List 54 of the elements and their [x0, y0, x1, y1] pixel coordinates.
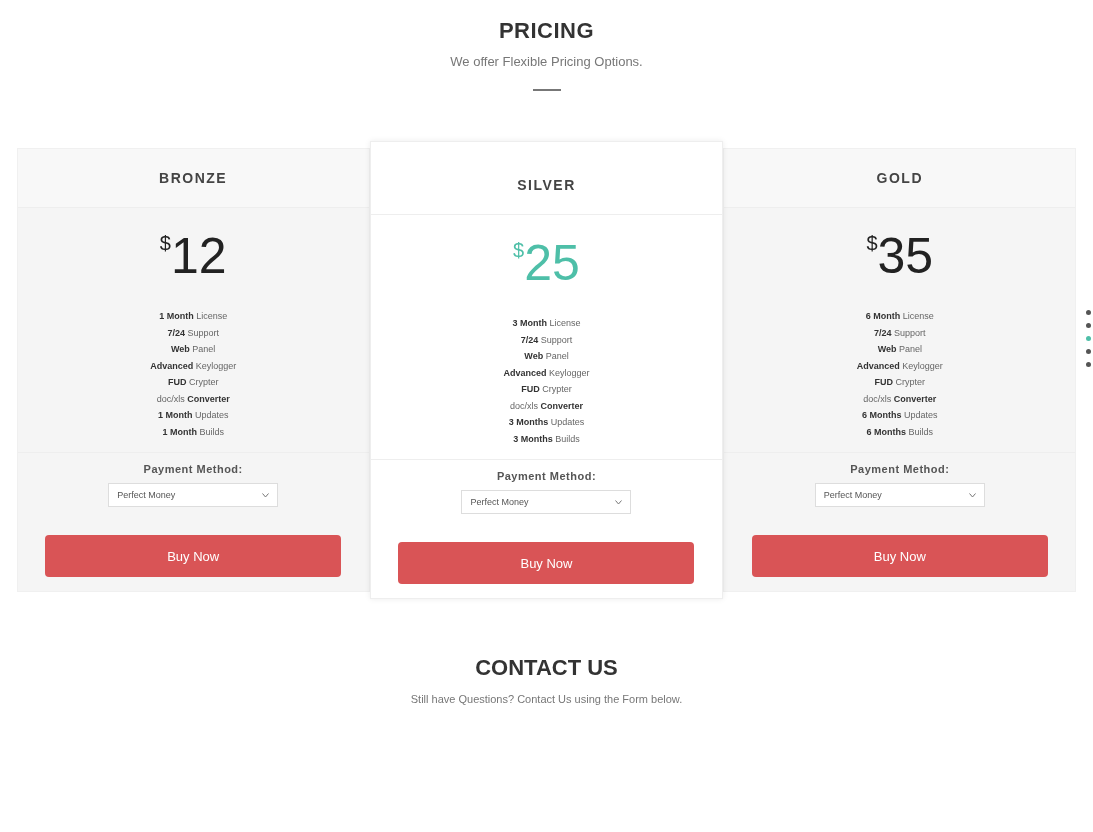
section-title: PRICING	[498, 18, 595, 44]
payment-select[interactable]: Perfect Money	[814, 483, 985, 507]
section-title: CONTACT US	[475, 655, 618, 681]
currency-symbol: $	[866, 232, 878, 254]
section-subtitle: We offer Flexible Pricing Options.	[450, 54, 643, 69]
feature-item: 6 Months Updates	[862, 409, 938, 422]
feature-item: FUD Crypter	[167, 376, 219, 389]
feature-item: 6 Month License	[865, 310, 934, 323]
plan-price: 25	[524, 234, 580, 293]
feature-item: FUD Crypter	[521, 383, 572, 396]
feature-item: 1 Month Updates	[157, 409, 229, 422]
caret-icon	[262, 492, 270, 498]
feature-item: Advanced Keylogger	[503, 366, 590, 380]
nav-dot[interactable]	[1086, 349, 1091, 354]
feature-item: Web Panel	[170, 343, 216, 356]
feature-item: 7/24 Support	[520, 333, 573, 347]
feature-item: doc/xls Converter	[863, 392, 937, 406]
feature-item: Web Panel	[877, 343, 922, 356]
buy-button[interactable]: Buy Now	[398, 542, 695, 584]
buy-button[interactable]: Buy Now	[45, 535, 342, 577]
payment-select[interactable]: Perfect Money	[108, 483, 279, 507]
feature-item: 6 Months Builds	[866, 425, 934, 439]
feature-item: 3 Months Updates	[508, 416, 585, 429]
currency-symbol: $	[159, 232, 171, 254]
nav-dot[interactable]	[1086, 310, 1091, 315]
feature-item: 1 Month License	[159, 310, 228, 323]
plan-price: 35	[877, 227, 934, 286]
payment-select[interactable]: Perfect Money	[461, 490, 632, 514]
caret-icon	[615, 499, 623, 505]
nav-dot[interactable]	[1086, 362, 1091, 367]
feature-item: 3 Months Builds	[513, 432, 580, 446]
feature-item: doc/xls Converter	[509, 399, 583, 413]
plan-name: GOLD	[876, 170, 924, 186]
feature-item: doc/xls Converter	[156, 392, 230, 406]
feature-item: FUD Crypter	[874, 376, 926, 389]
feature-item: 7/24 Support	[167, 326, 219, 340]
payment-label: Payment Method:	[143, 463, 243, 475]
plan-price: 12	[170, 227, 227, 286]
payment-label: Payment Method:	[850, 463, 950, 475]
caret-icon	[968, 492, 976, 498]
feature-item: 1 Month Builds	[162, 425, 224, 439]
feature-item: 7/24 Support	[874, 326, 926, 340]
feature-item: Advanced Keylogger	[856, 359, 943, 373]
nav-dot[interactable]	[1086, 336, 1091, 341]
payment-label: Payment Method:	[496, 470, 597, 482]
feature-item: Web Panel	[524, 350, 569, 363]
feature-item: 3 Month License	[512, 317, 581, 330]
buy-button[interactable]: Buy Now	[751, 535, 1048, 577]
section-subtitle: Still have Questions? Contact Us using the Form below.	[410, 693, 683, 705]
plan-name: BRONZE	[159, 170, 228, 186]
feature-item: Advanced Keylogger	[150, 359, 237, 373]
currency-symbol: $	[513, 239, 525, 261]
plan-name: SILVER	[517, 177, 576, 193]
nav-dot[interactable]	[1086, 323, 1091, 328]
